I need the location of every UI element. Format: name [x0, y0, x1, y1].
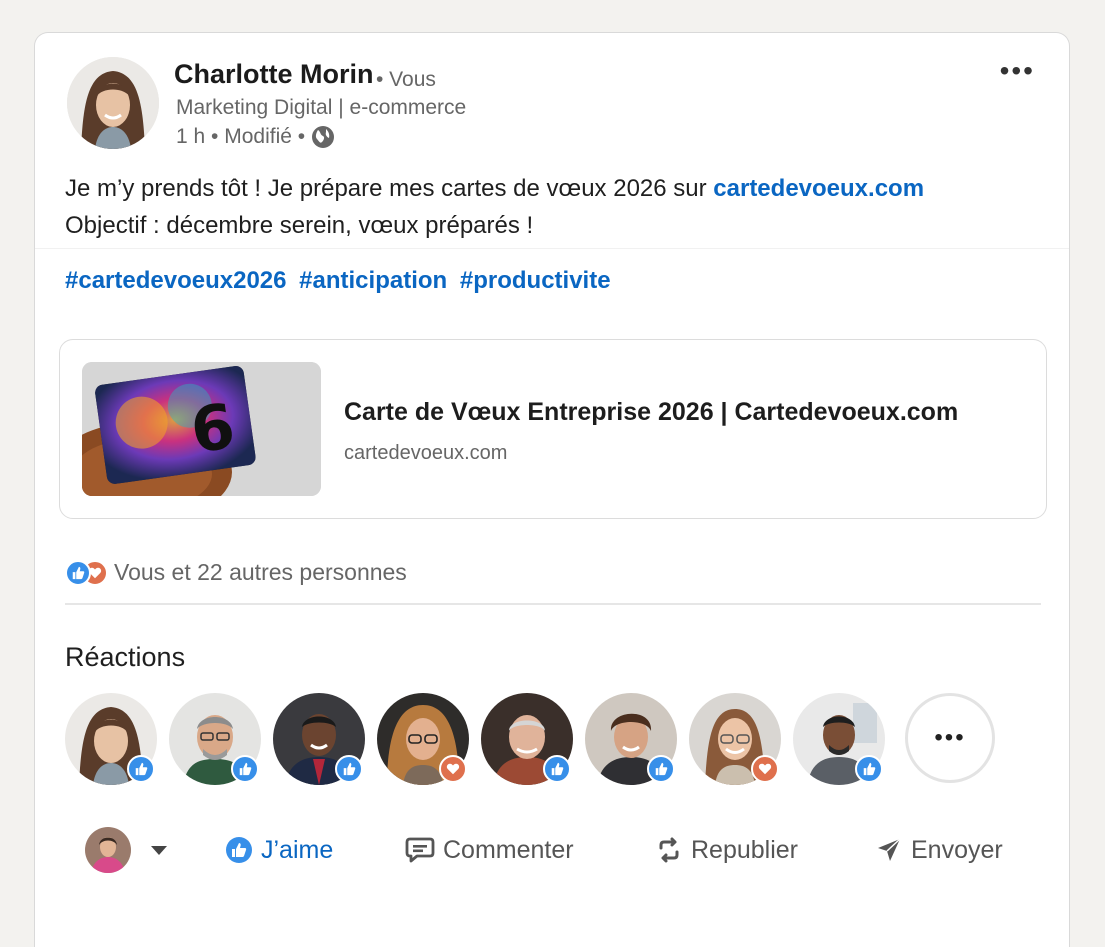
- hashtags: #cartedevoeux2026 #anticipation #product…: [65, 267, 617, 295]
- author-headline: Marketing Digital | e-commerce: [176, 96, 467, 119]
- link-preview-card[interactable]: 6 Carte de Vœux Entreprise 2026 | Carted…: [59, 339, 1047, 519]
- reactor-avatar[interactable]: [377, 693, 469, 785]
- love-badge-icon: [439, 755, 467, 783]
- reactor-avatar[interactable]: [481, 693, 573, 785]
- post-time-edited: 1 h • Modifié •: [176, 125, 306, 148]
- post-line-1: Je m’y prends tôt ! Je prépare mes carte…: [65, 170, 924, 207]
- reactor-avatar[interactable]: [793, 693, 885, 785]
- reactions-summary[interactable]: Vous et 22 autres personnes: [65, 559, 407, 586]
- author-avatar[interactable]: [67, 57, 159, 149]
- like-badge-icon: [855, 755, 883, 783]
- repost-button[interactable]: Republier: [655, 825, 798, 875]
- reactor-avatar[interactable]: [585, 693, 677, 785]
- like-badge-icon: [647, 755, 675, 783]
- author-name[interactable]: Charlotte Morin: [174, 59, 374, 90]
- current-user-avatar: [85, 827, 131, 873]
- text-divider: [35, 248, 1069, 249]
- reactions-divider: [65, 603, 1041, 605]
- post-line-2: Objectif : décembre serein, vœux préparé…: [65, 212, 534, 239]
- repost-icon: [659, 837, 679, 863]
- send-icon: [878, 838, 901, 861]
- send-label: Envoyer: [911, 835, 1003, 864]
- like-label: J’aime: [261, 835, 334, 864]
- link-preview-thumbnail: 6: [82, 362, 321, 496]
- post-inline-link[interactable]: cartedevoeux.com: [713, 175, 924, 202]
- like-button[interactable]: J’aime: [225, 825, 333, 875]
- reactor-avatar[interactable]: [273, 693, 365, 785]
- reactor-avatar[interactable]: [169, 693, 261, 785]
- like-badge-icon: [231, 755, 259, 783]
- comment-label: Commenter: [443, 835, 574, 864]
- link-preview-domain: cartedevoeux.com: [344, 442, 508, 464]
- reactions-heading: Réactions: [65, 642, 186, 672]
- like-badge-icon: [335, 755, 363, 783]
- repost-label: Republier: [691, 835, 799, 864]
- post-card: Charlotte Morin • Vous Marketing Digital…: [34, 32, 1070, 947]
- comment-icon: [405, 837, 435, 863]
- post-meta: 1 h • Modifié •: [176, 125, 335, 149]
- like-badge-icon: [543, 755, 571, 783]
- hashtag-link[interactable]: #cartedevoeux2026: [65, 267, 286, 294]
- like-icon: [226, 837, 252, 863]
- hashtag-link[interactable]: #anticipation: [299, 267, 447, 294]
- post-body: Je m’y prends tôt ! Je prépare mes carte…: [65, 170, 924, 244]
- like-reaction-icon: [65, 559, 91, 586]
- love-badge-icon: [751, 755, 779, 783]
- reactor-avatar[interactable]: [689, 693, 781, 785]
- action-bar: J’aime Commenter Republier Envoyer: [35, 825, 1069, 875]
- post-as-selector[interactable]: [85, 825, 167, 875]
- reactions-count: Vous et 22 autres personnes: [114, 559, 407, 585]
- post-options-button[interactable]: •••: [1000, 55, 1035, 87]
- post-text-before-link: Je m’y prends tôt ! Je prépare mes carte…: [65, 175, 714, 202]
- author-relation: • Vous: [376, 68, 436, 91]
- reactor-avatar[interactable]: [65, 693, 157, 785]
- chevron-down-icon: [151, 845, 167, 855]
- more-reactors-button[interactable]: •••: [905, 693, 995, 783]
- like-badge-icon: [127, 755, 155, 783]
- comment-button[interactable]: Commenter: [405, 825, 574, 875]
- globe-icon: [311, 125, 335, 149]
- link-preview-title[interactable]: Carte de Vœux Entreprise 2026 | Cartedev…: [344, 398, 958, 427]
- hashtag-link[interactable]: #productivite: [460, 267, 611, 294]
- send-button[interactable]: Envoyer: [875, 825, 1003, 875]
